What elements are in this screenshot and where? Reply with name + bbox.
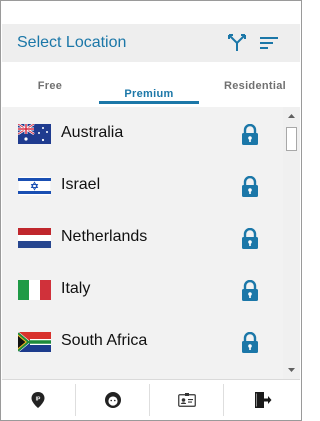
- tab-residential[interactable]: Residential: [210, 62, 300, 107]
- location-item-israel[interactable]: Israel: [2, 159, 283, 211]
- scroll-up-arrow-icon[interactable]: [283, 109, 300, 123]
- bottom-nav-account[interactable]: [76, 380, 150, 420]
- logout-icon: [255, 392, 272, 408]
- tab-free-label: Free: [37, 80, 63, 92]
- lock-icon: [241, 227, 259, 250]
- bottom-nav-ip-location[interactable]: IP: [2, 380, 76, 420]
- bottom-nav: IP: [2, 379, 300, 420]
- location-item-italy[interactable]: Italy: [2, 263, 283, 315]
- lock-icon: [241, 175, 259, 198]
- israel-flag-icon: [18, 176, 51, 196]
- user-avatar-icon: [105, 392, 121, 408]
- lock-icon: [241, 331, 259, 354]
- app-window: Select Location Free Premium Residential…: [0, 0, 302, 421]
- country-name: Australia: [61, 124, 124, 141]
- scroll-down-arrow-icon[interactable]: [283, 363, 300, 377]
- country-name: Israel: [61, 176, 101, 193]
- location-item-netherlands[interactable]: Netherlands: [2, 211, 283, 263]
- id-card-icon: [178, 393, 196, 407]
- tab-premium-label: Premium: [124, 88, 174, 100]
- ip-label: IP: [36, 396, 41, 402]
- italy-flag-icon: [18, 280, 51, 300]
- header-bar: Select Location: [2, 24, 300, 62]
- location-item-australia[interactable]: Australia: [2, 107, 283, 159]
- sort-icon[interactable]: [259, 33, 279, 53]
- location-list[interactable]: Australia Israel Netherlands Italy South…: [2, 107, 283, 379]
- scrollbar-thumb[interactable]: [286, 127, 297, 151]
- bottom-nav-logout[interactable]: [224, 380, 300, 420]
- tab-free[interactable]: Free: [2, 62, 98, 107]
- page-title: Select Location: [17, 34, 127, 51]
- lock-icon: [241, 279, 259, 302]
- fork-icon[interactable]: [227, 33, 247, 53]
- country-name: Netherlands: [61, 228, 148, 245]
- tab-premium[interactable]: Premium: [99, 62, 199, 107]
- tab-selected-indicator: [99, 101, 199, 104]
- title-strip: [2, 2, 300, 24]
- south-africa-flag-icon: [18, 332, 51, 352]
- location-item-south-africa[interactable]: South Africa: [2, 315, 283, 367]
- country-name: Italy: [61, 280, 91, 297]
- australia-flag-icon: [18, 124, 51, 144]
- bottom-nav-id-card[interactable]: [150, 380, 224, 420]
- lock-icon: [241, 123, 259, 146]
- location-tabs: Free Premium Residential: [2, 62, 300, 107]
- country-name: South Africa: [61, 332, 148, 349]
- vertical-scrollbar[interactable]: [283, 107, 300, 379]
- tab-residential-label: Residential: [224, 80, 286, 92]
- netherlands-flag-icon: [18, 228, 51, 248]
- ip-location-icon: IP: [31, 392, 45, 408]
